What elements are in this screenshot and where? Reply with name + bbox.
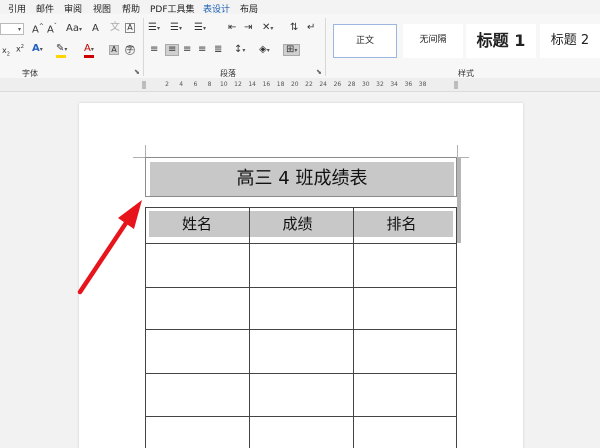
font-color-button[interactable]: A▾ (84, 44, 94, 54)
style-heading-1[interactable]: 标题 1 (466, 24, 536, 58)
highlight-button[interactable]: ✎▾ (56, 44, 67, 54)
justify-icon[interactable]: ≡ (198, 45, 206, 55)
ruler-tick-label: 10 (219, 81, 228, 88)
style-no-spacing[interactable]: 无间隔 (403, 24, 463, 58)
crop-mark (133, 157, 145, 158)
table-row[interactable] (145, 243, 457, 287)
header-cell-score[interactable]: 成绩 (246, 211, 349, 237)
ruler-tick-label: 38 (418, 81, 427, 88)
document-page[interactable]: 高三 4 班成绩表 姓名 成绩 排名 (79, 103, 523, 448)
table-title[interactable]: 高三 4 班成绩表 (150, 162, 454, 196)
shading-icon[interactable]: ◈▾ (259, 45, 270, 55)
ruler-tick-label: 14 (248, 81, 257, 88)
ruler-tick-label: 6 (193, 81, 198, 88)
style-normal[interactable]: 正文 (333, 24, 397, 58)
ribbon: ▾ A^ Aˇ Aa▾ A 文 A x2 x2 A▾ ✎▾ A▾ A 字 字体 … (0, 14, 600, 78)
char-shading-button[interactable]: A (109, 45, 119, 55)
multilevel-list-icon[interactable]: ☰▾ (194, 23, 206, 33)
ruler-tick-label: 26 (333, 81, 342, 88)
text-effect-button[interactable]: A▾ (32, 44, 43, 54)
crop-mark (457, 145, 458, 157)
bullets-icon[interactable]: ☰▾ (148, 23, 160, 33)
font-dialog-launcher-icon[interactable]: ⬊ (134, 68, 140, 76)
header-cell-name[interactable]: 姓名 (149, 211, 245, 237)
right-indent-marker[interactable] (454, 81, 458, 89)
table-title-row[interactable]: 高三 4 班成绩表 (145, 157, 457, 197)
shrink-font-button[interactable]: Aˇ (47, 24, 57, 35)
increase-indent-icon[interactable]: ⇥ (244, 23, 252, 33)
change-case-button[interactable]: Aa▾ (66, 24, 82, 34)
char-border-button[interactable]: A (125, 23, 135, 33)
sort-icon[interactable]: ⇅ (290, 23, 298, 33)
enclose-char-button[interactable]: 字 (125, 45, 135, 55)
table-shading-edge (457, 157, 461, 243)
ruler-tick-label: 34 (390, 81, 399, 88)
left-indent-marker[interactable] (142, 81, 146, 89)
chinese-layout-icon[interactable]: ✕▾ (262, 23, 273, 33)
header-cell-rank[interactable]: 排名 (350, 211, 453, 237)
ruler-tick-label: 20 (290, 81, 299, 88)
ribbon-separator (325, 18, 326, 76)
menu-bar: 引用 邮件 审阅 视图 帮助 PDF工具集 表设计 布局 (0, 0, 600, 15)
ruler-tick-label: 36 (404, 81, 413, 88)
distributed-icon[interactable]: ≣ (214, 45, 222, 55)
decrease-indent-icon[interactable]: ⇤ (228, 23, 236, 33)
align-center-icon[interactable]: ≡ (165, 44, 180, 56)
ruler-tick-label: 18 (276, 81, 285, 88)
table-row[interactable] (145, 373, 457, 416)
ruler-tick-label: 28 (347, 81, 356, 88)
ruler-tick-label: 32 (376, 81, 384, 88)
font-color-swatch (84, 55, 94, 58)
superscript-button[interactable]: x2 (16, 45, 24, 54)
crop-mark (145, 145, 146, 157)
table-border-line (145, 207, 457, 208)
phonetic-guide-button[interactable]: 文 (110, 23, 120, 33)
ruler-tick-label: 2 (165, 81, 169, 88)
ruler-tick-label: 8 (207, 81, 212, 88)
subscript-button[interactable]: x2 (2, 47, 10, 58)
highlight-color-swatch (56, 55, 66, 58)
ruler-tick-label: 4 (179, 81, 184, 88)
grow-font-button[interactable]: A^ (32, 24, 44, 35)
ruler-tick-label: 24 (319, 81, 328, 88)
font-size-combobox[interactable]: ▾ (0, 23, 24, 35)
table-row[interactable] (145, 416, 457, 448)
numbering-icon[interactable]: ☰▾ (170, 23, 182, 33)
table-row[interactable] (145, 329, 457, 373)
clear-format-icon[interactable]: A (92, 24, 99, 34)
paragraph-dialog-launcher-icon[interactable]: ⬊ (316, 68, 322, 76)
ribbon-separator (143, 18, 144, 76)
table-row[interactable] (145, 287, 457, 329)
line-spacing-icon[interactable]: ↕▾ (234, 45, 245, 55)
ruler-tick-label: 30 (361, 81, 370, 88)
show-marks-icon[interactable]: ↵ (307, 23, 315, 33)
align-right-icon[interactable]: ≡ (183, 45, 191, 55)
horizontal-ruler[interactable]: 2 4 6 8 10 12 14 16 18 20 22 24 26 28 30 32 34 36 38 (0, 78, 600, 92)
ruler-tick-label: 16 (262, 81, 271, 88)
borders-icon[interactable]: ⊞▾ (283, 44, 301, 56)
style-heading-2[interactable]: 标题 2 (540, 24, 600, 58)
align-left-icon[interactable]: ≡ (150, 45, 158, 55)
ruler-tick-label: 22 (305, 81, 313, 88)
ruler-tick-label: 12 (234, 81, 242, 88)
